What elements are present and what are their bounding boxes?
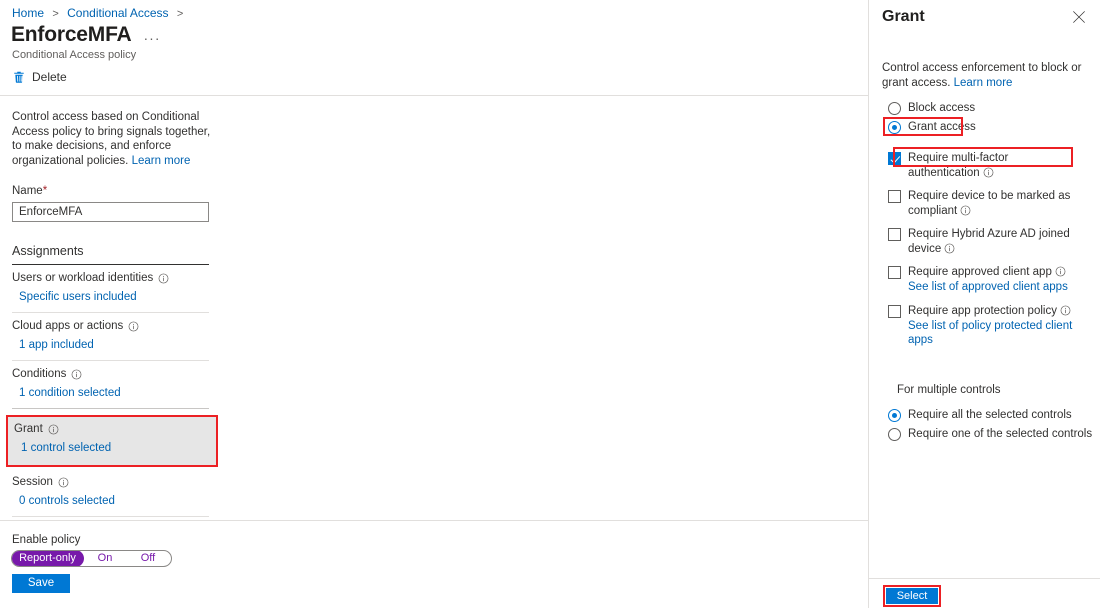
for-multiple-controls-label: For multiple controls [897,384,1001,396]
grant-access-highlight-box [883,117,963,136]
block-access-radio-row[interactable]: Block access [888,101,975,116]
require-one-radio-row[interactable]: Require one of the selected controls [888,427,1092,442]
see-policy-protected-client-apps-link[interactable]: See list of policy protected client apps [908,319,1076,348]
grant-highlight-box [6,415,218,467]
require-hybrid-row[interactable]: Require Hybrid Azure AD joined device [888,227,1076,256]
required-asterisk: * [42,185,48,197]
require-hybrid-text: Require Hybrid Azure AD joined device [908,228,1070,255]
delete-button[interactable]: Delete [12,70,67,84]
multiple-control-require-one[interactable]: Require one of the selected controls [888,427,1092,442]
info-icon [128,321,139,332]
name-label-text: Name [12,185,43,197]
radio-block-access[interactable] [888,102,901,115]
info-icon [945,243,955,254]
control-require-compliant-device[interactable]: Require device to be marked as compliant [888,189,1076,218]
info-icon [961,205,971,216]
assignment-users-value[interactable]: Specific users included [12,289,209,305]
assignment-group-conditions[interactable]: Conditions 1 condition selected [12,361,209,409]
control-require-approved-client-app[interactable]: Require approved client app See list of … [888,265,1068,294]
intro-learn-more-link[interactable]: Learn more [132,155,191,167]
info-icon [1060,306,1071,316]
intro-text: Control access based on Conditional Acce… [12,110,212,168]
require-compliant-row[interactable]: Require device to be marked as compliant [888,189,1076,218]
access-control-session[interactable]: Session 0 controls selected [12,470,209,517]
require-app-protection-text: Require app protection policy [908,305,1057,317]
assignment-cloudapps-value[interactable]: 1 app included [12,337,209,353]
session-title-row: Session [12,475,209,490]
require-all-radio-row[interactable]: Require all the selected controls [888,408,1072,423]
panel-footer-divider [869,578,1100,579]
session-title: Session [12,476,53,488]
control-require-hybrid-join[interactable]: Require Hybrid Azure AD joined device [888,227,1076,256]
grant-learn-more-link[interactable]: Learn more [954,77,1013,89]
assignment-users-title-row: Users or workload identities [12,271,209,286]
require-compliant-text: Require device to be marked as compliant [908,190,1071,217]
assignment-group-cloud-apps[interactable]: Cloud apps or actions 1 app included [12,313,209,361]
session-value[interactable]: 0 controls selected [12,493,209,509]
require-mfa-highlight-box [893,147,1073,167]
radio-require-one-of-selected-controls[interactable] [888,428,901,441]
multiple-control-require-all[interactable]: Require all the selected controls [888,408,1072,423]
assignment-cloudapps-title: Cloud apps or actions [12,320,124,332]
control-require-app-protection-policy[interactable]: Require app protection policy See list o… [888,304,1076,348]
breadcrumb-separator-2: > [176,8,184,20]
assignment-conditions-value[interactable]: 1 condition selected [12,385,209,401]
checkbox-require-hybrid-azure-ad-joined-device[interactable] [888,228,901,241]
more-options-button[interactable]: ··· [142,31,163,45]
azure-conditional-access-screen: Home > Conditional Access > EnforceMFA ·… [0,0,1100,608]
toggle-option-report-only[interactable]: Report-only [12,551,84,566]
grant-panel-description: Control access enforcement to block or g… [882,61,1082,91]
delete-label: Delete [32,70,67,84]
footer-divider [0,520,868,521]
save-button[interactable]: Save [12,574,70,593]
require-approved-app-text: Require approved client app [908,266,1052,278]
see-approved-client-apps-link[interactable]: See list of approved client apps [908,280,1068,295]
info-icon [983,167,994,178]
page-header: EnforceMFA ··· [11,22,163,48]
require-approved-app-row[interactable]: Require approved client app See list of … [888,265,1068,294]
policy-form: Control access based on Conditional Acce… [12,110,212,446]
info-icon [158,273,169,284]
assignment-group-users[interactable]: Users or workload identities Specific us… [12,265,209,313]
require-compliant-label: Require device to be marked as compliant [908,189,1076,218]
checkbox-require-compliant-device[interactable] [888,190,901,203]
require-app-protection-row[interactable]: Require app protection policy See list o… [888,304,1076,348]
require-approved-app-label: Require approved client app See list of … [908,265,1068,294]
assignment-cloudapps-title-row: Cloud apps or actions [12,319,209,334]
toggle-option-on[interactable]: On [84,551,126,566]
breadcrumb-item-home[interactable]: Home [12,6,44,20]
assignment-users-title: Users or workload identities [12,272,154,284]
enable-policy-toggle[interactable]: Report-only On Off [11,550,172,567]
assignments-heading: Assignments [12,244,209,265]
checkbox-require-approved-client-app[interactable] [888,266,901,279]
block-access-option[interactable]: Block access [888,101,975,116]
assignment-conditions-title-row: Conditions [12,367,209,382]
info-icon [71,369,82,380]
require-hybrid-label: Require Hybrid Azure AD joined device [908,227,1076,256]
breadcrumb-separator: > [52,8,59,20]
policy-edit-pane: Home > Conditional Access > EnforceMFA ·… [0,0,868,608]
name-input[interactable] [12,202,209,222]
radio-require-all-selected-controls[interactable] [888,409,901,422]
breadcrumb: Home > Conditional Access > [12,6,188,21]
grant-panel-title: Grant [882,8,925,25]
assignment-conditions-title: Conditions [12,368,67,380]
info-icon [58,477,69,488]
require-all-label: Require all the selected controls [908,409,1072,421]
enable-policy-label: Enable policy [12,534,81,546]
info-icon [1055,267,1066,277]
header-divider [0,95,868,96]
require-one-label: Require one of the selected controls [908,428,1093,440]
require-app-protection-label: Require app protection policy See list o… [908,304,1076,348]
name-field-label: Name* [12,184,212,198]
select-button-highlight-box [883,585,941,607]
breadcrumb-item-conditional-access[interactable]: Conditional Access [67,6,168,20]
toggle-option-off[interactable]: Off [126,551,170,566]
page-subtitle: Conditional Access policy [12,49,137,61]
page-title: EnforceMFA [11,23,132,46]
block-access-label: Block access [908,102,976,114]
checkbox-require-app-protection-policy[interactable] [888,305,901,318]
close-icon[interactable] [1071,9,1087,25]
trash-icon [14,71,24,83]
